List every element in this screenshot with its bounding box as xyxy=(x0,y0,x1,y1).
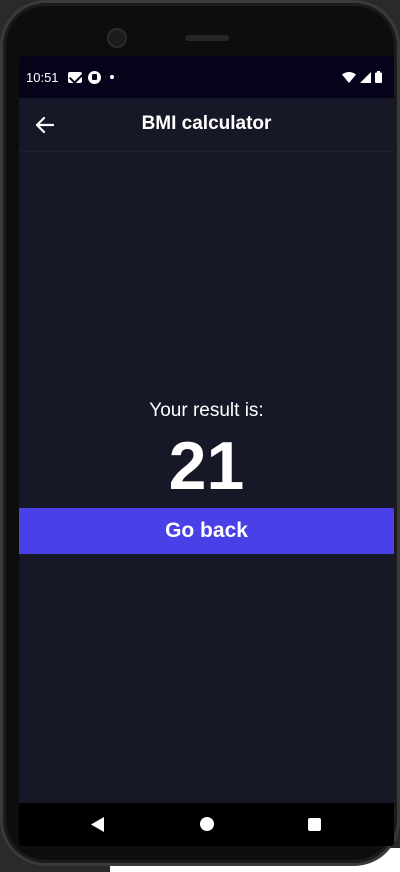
nav-home-icon[interactable] xyxy=(200,817,214,831)
status-time: 10:51 xyxy=(26,69,59,85)
system-navigation-bar xyxy=(19,803,394,846)
result-label: Your result is: xyxy=(149,400,264,421)
front-camera xyxy=(107,28,127,48)
app-bar: BMI calculator xyxy=(19,98,394,152)
status-right-icons xyxy=(342,71,382,83)
nav-recents-icon[interactable] xyxy=(308,818,321,831)
signal-icon xyxy=(360,71,371,83)
earpiece-speaker xyxy=(185,35,229,41)
page-title: BMI calculator xyxy=(141,113,272,134)
go-back-button[interactable]: Go back xyxy=(19,508,394,554)
wifi-icon xyxy=(342,71,356,83)
status-bar: 10:51 xyxy=(19,56,394,98)
device-screen: 10:51 BMI calculator Your result is: 21 … xyxy=(19,56,394,846)
dot-icon xyxy=(107,75,114,79)
app-notification-icon xyxy=(87,70,101,84)
nav-back-icon[interactable] xyxy=(91,817,104,832)
phone-frame: 10:51 BMI calculator Your result is: 21 … xyxy=(0,0,400,866)
gmail-icon xyxy=(67,71,82,83)
bmi-result-value: 21 xyxy=(168,428,245,504)
battery-icon xyxy=(375,71,382,83)
